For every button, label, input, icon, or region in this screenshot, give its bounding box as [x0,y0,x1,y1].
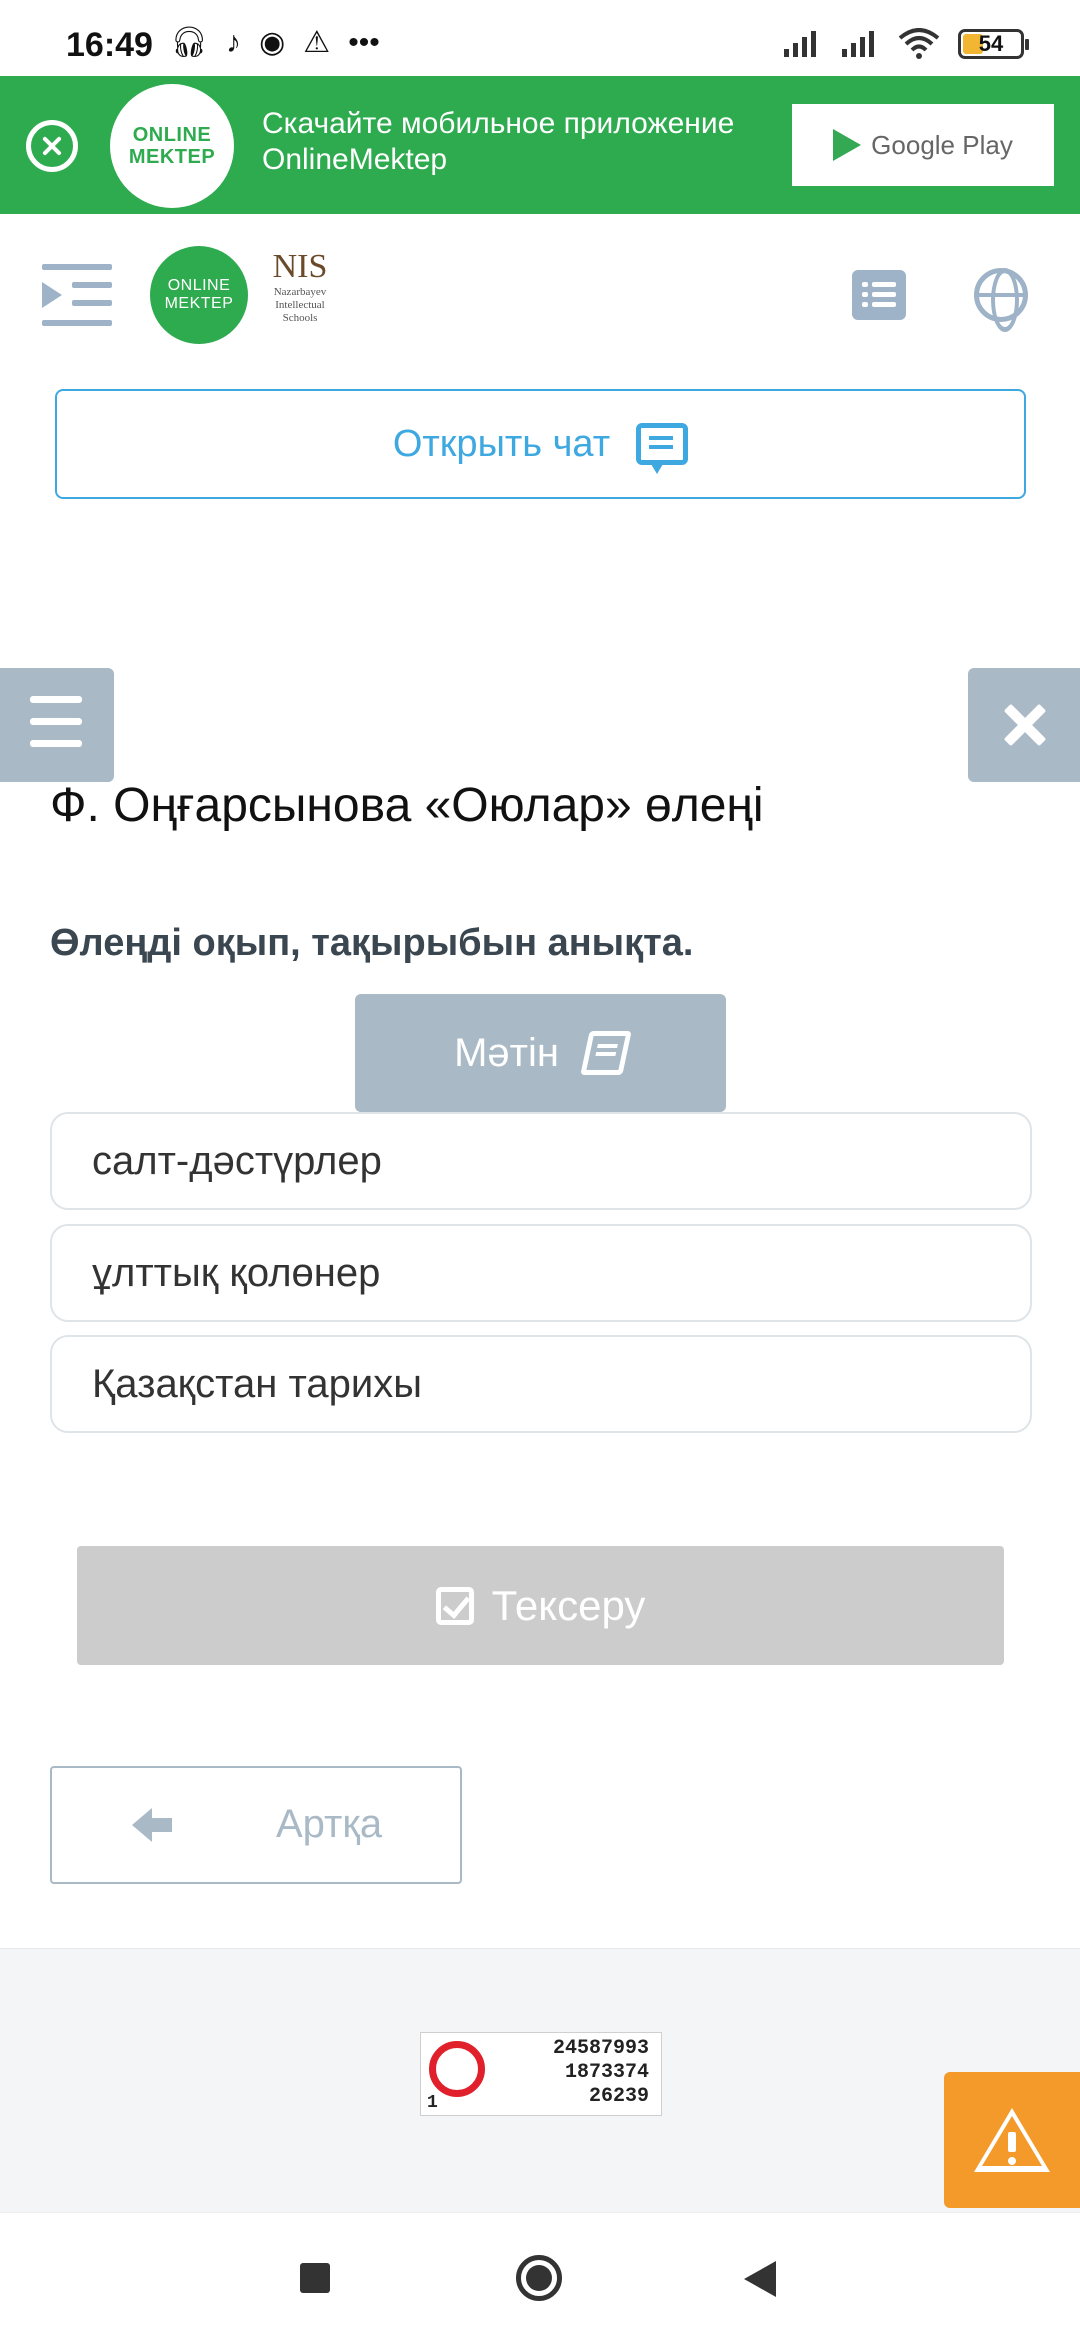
answer-option[interactable]: ұлттық қолөнер [50,1224,1032,1322]
lesson-title: Ф. Оңғарсынова «Оюлар» өлеңі [50,779,764,832]
wifi-icon [898,28,940,59]
close-icon[interactable] [968,668,1080,782]
question-text: Өлеңді оқып, тақырыбын анықта. [50,922,694,964]
battery-icon: 54 [958,29,1029,59]
recent-apps-icon[interactable] [300,2263,330,2293]
logo-text-line2: MEKTEP [164,295,234,312]
counter-value: 1873374 [564,2061,649,2084]
back-icon[interactable] [744,2261,776,2297]
open-chat-button[interactable]: Открыть чат [55,389,1026,499]
visit-counter: 24587993 1873374 26239 1 [420,2032,662,2116]
list-icon[interactable] [852,270,906,320]
answer-option-label: салт-дәстүрлер [92,1138,382,1183]
onlinemektep-logo[interactable]: ONLINE MEKTEP [150,246,248,344]
google-play-button[interactable]: Google Play [792,104,1054,186]
app-header: ONLINE MEKTEP NIS Nazarbayev Intellectua… [0,214,1080,374]
close-icon[interactable] [26,120,78,172]
chat-icon [636,423,689,474]
status-system-icons: 54 [782,28,1029,60]
text-button[interactable]: Мәтін [355,994,726,1112]
status-bar: 16:49 🎧︎ ♪ ◉ ⚠︎ ••• 54 [0,0,1080,76]
report-problem-button[interactable] [944,2072,1080,2208]
signal-icon [842,31,874,57]
google-play-icon [833,129,862,161]
open-chat-label: Открыть чат [392,422,611,465]
status-notification-icons: 🎧︎ ♪ ◉ ⚠︎ ••• [170,26,380,60]
sidebar-toggle-icon[interactable] [42,264,112,326]
tiktok-icon: ♪ [226,26,242,59]
home-icon[interactable] [516,2255,562,2301]
google-play-label: Google Play [871,129,1013,160]
battery-level: 54 [978,31,1004,56]
nis-subtitle: Nazarbayev [273,286,327,298]
nis-title: NIS [272,248,328,285]
nis-subtitle: Intellectual [275,299,325,311]
logo-text-line2: MEKTEP [128,146,216,168]
counter-value: 24587993 [552,2037,649,2060]
nis-subtitle: Schools [282,312,318,324]
more-icon: ••• [348,26,380,59]
back-button[interactable]: Артқа [50,1766,462,1884]
text-button-label: Мәтін [454,1030,559,1075]
warning-icon: ⚠︎ [303,26,331,59]
answer-option-label: ұлттық қолөнер [92,1250,381,1295]
answer-option[interactable]: салт-дәстүрлер [50,1112,1032,1210]
nis-logo: NIS Nazarbayev Intellectual Schools [255,248,345,348]
globe-icon[interactable] [974,268,1028,332]
logo-text-line1: ONLINE [132,124,212,146]
status-time: 16:49 [66,26,153,64]
signal-icon [784,31,816,57]
checkbox-icon [435,1586,474,1625]
promo-text: Скачайте мобильное приложение OnlineMekt… [262,107,735,176]
notification-icon: ◉ [259,26,286,59]
lesson-menu-button[interactable] [0,668,114,782]
back-button-label: Артқа [276,1802,383,1846]
check-button[interactable]: Тексеру [77,1546,1004,1665]
onlinemektep-logo: ONLINE MEKTEP [110,84,234,208]
counter-value: 26239 [588,2085,649,2108]
answer-option[interactable]: Қазақстан тарихы [50,1335,1032,1433]
headphones-icon: 🎧︎ [170,26,209,59]
counter-logo-icon [429,2041,485,2097]
answer-option-label: Қазақстан тарихы [92,1361,422,1406]
counter-index: 1 [427,2093,438,2113]
counter-values: 24587993 1873374 26239 [553,2037,649,2109]
book-icon [580,1031,632,1075]
check-button-label: Тексеру [491,1581,646,1629]
logo-text-line1: ONLINE [167,277,231,294]
arrow-left-icon [132,1808,172,1842]
system-navigation-bar [0,2212,1080,2340]
app-promo-banner: ONLINE MEKTEP Скачайте мобильное приложе… [0,76,1080,214]
